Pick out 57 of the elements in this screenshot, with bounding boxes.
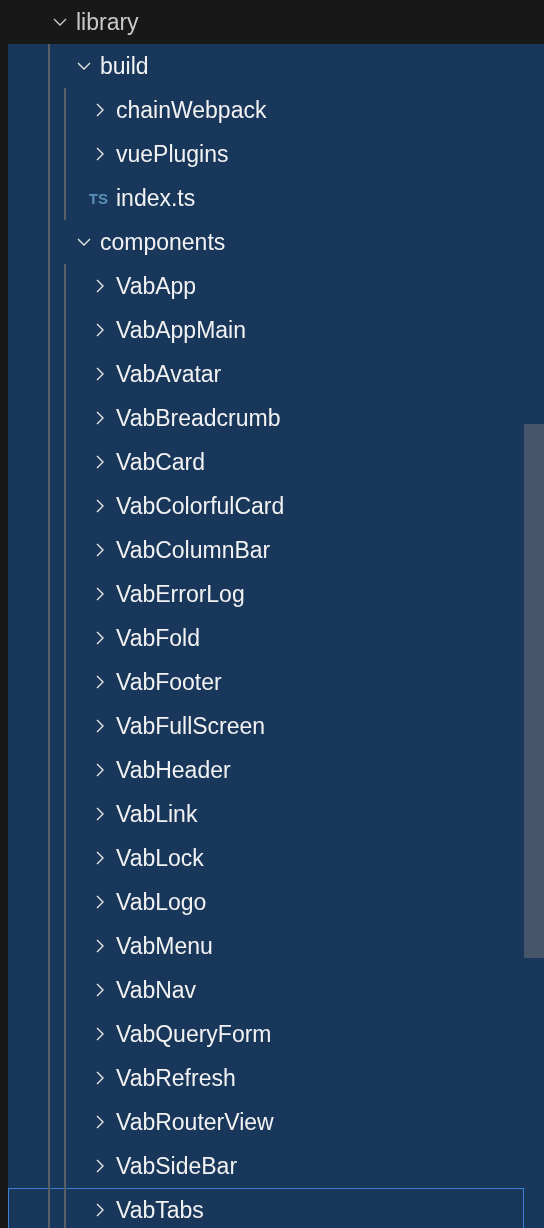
item-label: VabFullScreen [116,712,266,740]
tree-item[interactable]: VabMenu [8,924,524,968]
item-label: VabLogo [116,888,207,916]
tree-item[interactable]: VabLock [8,836,524,880]
item-label: VabErrorLog [116,580,245,608]
tree-item[interactable]: VabFullScreen [8,704,524,748]
item-label: VabTabs [116,1196,204,1224]
item-label: index.ts [116,184,196,212]
tree-item[interactable]: components [8,220,524,264]
item-label: VabColorfulCard [116,492,285,520]
item-label: VabLink [116,800,198,828]
tree-item[interactable]: VabApp [8,264,524,308]
item-label: VabRouterView [116,1108,274,1136]
tree-item[interactable]: VabAvatar [8,352,524,396]
tree-item[interactable]: VabColorfulCard [8,484,524,528]
item-label: VabNav [116,976,197,1004]
item-label: VabAppMain [116,316,246,344]
item-label: VabMenu [116,932,213,960]
item-label: VabFooter [116,668,222,696]
item-label: vuePlugins [116,140,229,168]
tree-item[interactable]: build [8,44,524,88]
item-label: components [100,228,226,256]
item-label: VabFold [116,624,200,652]
tree-item[interactable]: VabCard [8,440,524,484]
scrollbar-thumb[interactable] [524,424,544,958]
item-label: VabAvatar [116,360,222,388]
tree-item[interactable]: chainWebpack [8,88,524,132]
item-label: library [76,8,139,36]
tree-item[interactable]: VabBreadcrumb [8,396,524,440]
tree-item[interactable]: VabLink [8,792,524,836]
item-label: VabSideBar [116,1152,238,1180]
tree-item[interactable]: VabHeader [8,748,524,792]
tree-item[interactable]: VabQueryForm [8,1012,524,1056]
typescript-file-icon: TS [80,189,108,207]
tree-item[interactable]: VabTabs [8,1188,524,1228]
tree-item[interactable]: VabRefresh [8,1056,524,1100]
item-label: VabCard [116,448,206,476]
item-label: VabApp [116,272,197,300]
tree-item[interactable]: VabAppMain [8,308,524,352]
tree-item[interactable]: VabLogo [8,880,524,924]
tree-item[interactable]: VabNav [8,968,524,1012]
item-label: build [100,52,149,80]
tree-item[interactable]: VabColumnBar [8,528,524,572]
tree-item[interactable]: VabFooter [8,660,524,704]
item-label: VabRefresh [116,1064,236,1092]
item-label: VabColumnBar [116,536,271,564]
item-label: chainWebpack [116,96,267,124]
item-label: VabBreadcrumb [116,404,281,432]
tree-item[interactable]: VabFold [8,616,524,660]
item-label: VabHeader [116,756,231,784]
tree-item[interactable]: VabRouterView [8,1100,524,1144]
item-label: VabLock [116,844,204,872]
tree-item[interactable]: vuePlugins [8,132,524,176]
item-label: VabQueryForm [116,1020,272,1048]
tree-item[interactable]: VabErrorLog [8,572,524,616]
tree-item[interactable]: TS index.ts [8,176,524,220]
tree-item[interactable]: VabSideBar [8,1144,524,1188]
